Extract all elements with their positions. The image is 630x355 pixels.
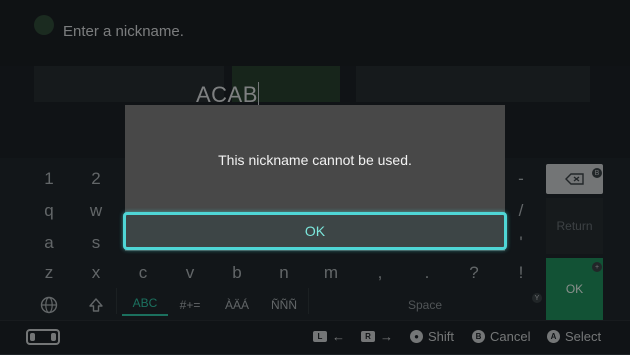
dialog-message: This nickname cannot be used. — [218, 152, 412, 168]
dialog-ok-button[interactable]: OK — [123, 212, 507, 250]
